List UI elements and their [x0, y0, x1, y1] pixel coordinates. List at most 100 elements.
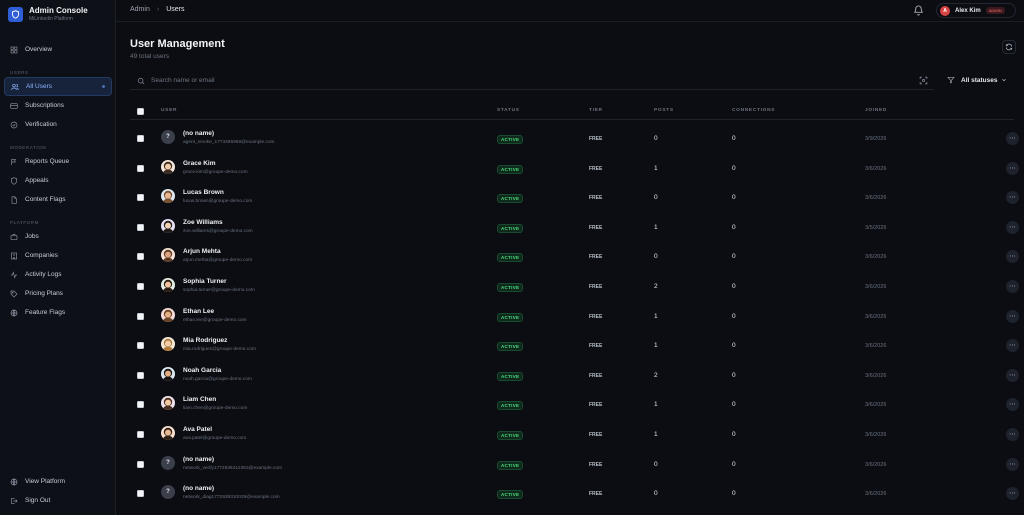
more-actions-button[interactable]: ⋯	[1006, 279, 1019, 293]
search-input[interactable]	[151, 77, 851, 84]
more-icon: ⋯	[1009, 253, 1016, 261]
globe-icon	[10, 478, 18, 485]
more-actions-button[interactable]: ⋯	[1006, 220, 1019, 234]
column-header-user[interactable]: USER	[161, 108, 177, 113]
more-icon: ⋯	[1009, 342, 1016, 350]
more-actions-button[interactable]: ⋯	[1006, 309, 1019, 323]
row-checkbox[interactable]	[137, 430, 144, 438]
status-filter-dropdown[interactable]: All statuses	[947, 76, 1007, 84]
table-row[interactable]: Sophia Turner sophia.turner@groupe-demo.c…	[130, 272, 1019, 302]
sidebar-item-reports-queue[interactable]: Reports Queue	[4, 152, 112, 171]
more-actions-button[interactable]: ⋯	[1006, 339, 1019, 353]
sidebar-item-jobs[interactable]: Jobs	[4, 227, 112, 246]
more-actions-button[interactable]: ⋯	[1006, 487, 1019, 501]
user-name[interactable]: Lucas Brown	[183, 189, 224, 196]
row-checkbox[interactable]	[137, 460, 144, 468]
breadcrumb-root[interactable]: Admin	[130, 6, 150, 13]
table-row[interactable]: Liam Chen liam.chen@groupe-demo.com ACTIVE…	[130, 390, 1019, 420]
more-actions-button[interactable]: ⋯	[1006, 457, 1019, 471]
table-row[interactable]: Grace Kim grace.kim@groupe-demo.com ACTIVE…	[130, 154, 1019, 184]
sidebar-nav: Overview USERS All Users Subscriptions V…	[4, 40, 112, 322]
row-checkbox[interactable]	[137, 371, 144, 379]
user-name[interactable]: Zoe Williams	[183, 219, 223, 226]
table-row[interactable]: ? (no name) network_verify1772938412363@ex…	[130, 450, 1019, 480]
more-actions-button[interactable]: ⋯	[1006, 191, 1019, 205]
user-name[interactable]: (no name)	[183, 485, 214, 492]
user-email: network_diag1772938310029@example.com	[183, 495, 280, 501]
row-checkbox[interactable]	[137, 282, 144, 290]
row-checkbox[interactable]	[137, 135, 144, 142]
row-checkbox[interactable]	[137, 164, 144, 172]
user-menu[interactable]: A Alex Kim ADMIN	[936, 3, 1016, 18]
sidebar-item-companies[interactable]: Companies	[4, 246, 112, 265]
sidebar-item-pricing-plans[interactable]: Pricing Plans	[4, 284, 112, 303]
row-checkbox[interactable]	[137, 342, 144, 350]
more-actions-button[interactable]: ⋯	[1006, 161, 1019, 175]
row-checkbox[interactable]	[137, 312, 144, 320]
user-name[interactable]: Noah Garcia	[183, 367, 221, 374]
column-header-posts[interactable]: POSTS	[654, 108, 674, 113]
user-name[interactable]: Sophia Turner	[183, 278, 227, 285]
row-checkbox[interactable]	[137, 194, 144, 202]
brand[interactable]: Admin Console MiLinkedin Platform	[8, 6, 88, 23]
shield-icon	[8, 7, 23, 22]
sidebar-item-activity-logs[interactable]: Activity Logs	[4, 265, 112, 284]
user-name[interactable]: (no name)	[183, 130, 214, 137]
user-name[interactable]: Arjun Mehta	[183, 248, 221, 255]
sidebar-item-appeals[interactable]: Appeals	[4, 171, 112, 190]
connections-count: 0	[732, 371, 736, 379]
refresh-button[interactable]	[1002, 40, 1016, 54]
user-name[interactable]: Mia Rodriguez	[183, 337, 227, 344]
posts-count: 0	[654, 253, 658, 261]
sidebar-item-subscriptions[interactable]: Subscriptions	[4, 96, 112, 115]
search-bar	[130, 72, 934, 90]
user-name[interactable]: (no name)	[183, 456, 214, 463]
table-row[interactable]: Noah Garcia noah.garcia@groupe-demo.com AC…	[130, 361, 1019, 391]
table-row[interactable]: Lucas Brown lucas.brown@groupe-demo.com AC…	[130, 183, 1019, 213]
more-actions-button[interactable]: ⋯	[1006, 250, 1019, 264]
row-checkbox[interactable]	[137, 401, 144, 409]
table-row[interactable]: Zoe Williams zoe.williams@groupe-demo.com…	[130, 213, 1019, 243]
more-actions-button[interactable]: ⋯	[1006, 132, 1019, 145]
table-row[interactable]: Ava Patel ava.patel@groupe-demo.com ACTIVE…	[130, 420, 1019, 450]
table-row[interactable]: Ethan Lee ethan.lee@groupe-demo.com ACTIVE…	[130, 302, 1019, 332]
row-checkbox[interactable]	[137, 490, 144, 498]
column-header-tier[interactable]: TIER	[589, 108, 603, 113]
user-name[interactable]: Ethan Lee	[183, 308, 214, 315]
table-row[interactable]: Arjun Mehta arjun.mehta@groupe-demo.com AC…	[130, 242, 1019, 272]
column-header-status[interactable]: STATUS	[497, 108, 520, 113]
sidebar-item-overview[interactable]: Overview	[4, 40, 112, 59]
table-row[interactable]: ? (no name) network_diag1772938310029@exam…	[130, 479, 1019, 509]
sidebar-item-feature-flags[interactable]: Feature Flags	[4, 303, 112, 322]
more-actions-button[interactable]: ⋯	[1006, 427, 1019, 441]
more-actions-button[interactable]: ⋯	[1006, 398, 1019, 412]
user-name[interactable]: Liam Chen	[183, 396, 216, 403]
more-icon: ⋯	[1009, 164, 1016, 172]
sidebar-item-verification[interactable]: Verification	[4, 115, 112, 134]
row-checkbox[interactable]	[137, 223, 144, 231]
avatar	[161, 396, 175, 411]
connections-count: 0	[732, 194, 736, 202]
scan-icon[interactable]	[919, 76, 928, 85]
user-name[interactable]: Ava Patel	[183, 426, 212, 433]
column-header-joined[interactable]: JOINED	[865, 108, 887, 113]
avatar	[161, 248, 175, 263]
sidebar-item-content-flags[interactable]: Content Flags	[4, 190, 112, 209]
tier-value: FREE	[589, 283, 603, 290]
table-row[interactable]: Mia Rodriguez mia.rodriguez@groupe-demo.c…	[130, 331, 1019, 361]
more-actions-button[interactable]: ⋯	[1006, 368, 1019, 382]
more-icon: ⋯	[1009, 460, 1016, 468]
sidebar-item-all-users[interactable]: All Users	[4, 77, 112, 96]
column-header-connections[interactable]: CONNECTIONS	[732, 108, 775, 113]
user-name[interactable]: Grace Kim	[183, 160, 216, 167]
view-platform-link[interactable]: View Platform	[4, 472, 112, 491]
table-row[interactable]: ? (no name) agent_smoke_1773485969@example…	[130, 124, 1019, 154]
row-checkbox[interactable]	[137, 253, 144, 261]
shield-icon	[11, 176, 17, 185]
select-all-checkbox[interactable]	[137, 108, 144, 115]
avatar	[161, 366, 175, 381]
bell-icon[interactable]	[913, 5, 924, 16]
sign-out-button[interactable]: Sign Out	[4, 491, 112, 510]
sidebar-item-label: Feature Flags	[25, 309, 66, 316]
briefcase-icon	[10, 233, 18, 240]
